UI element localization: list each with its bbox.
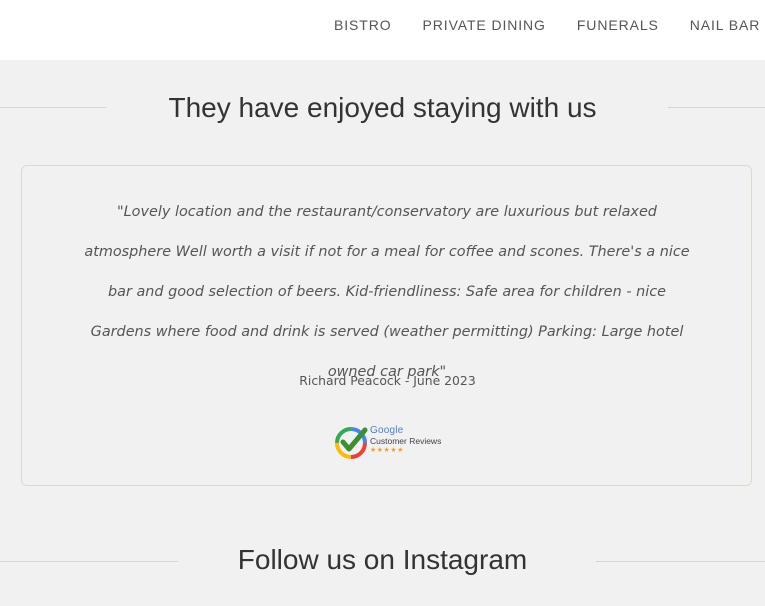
badge-stars: ★★★★★ [370,446,404,454]
review-author: Richard Peacock - June 2023 [299,373,476,388]
review-quote: "Lovely location and the restaurant/cons… [84,204,690,380]
main-nav: BISTRO PRIVATE DINING FUNERALS NAIL BAR … [334,0,765,50]
nav-item-bistro[interactable]: BISTRO [334,17,392,33]
google-customer-reviews-badge[interactable]: Google Customer Reviews ★★★★★ [334,424,444,462]
nav-item-private-dining[interactable]: PRIVATE DINING [423,17,546,33]
instagram-divider-left [0,561,178,562]
reviews-heading-block: They have enjoyed staying with us [0,88,765,128]
instagram-heading: Follow us on Instagram [237,544,528,575]
nav-item-nail-bar[interactable]: NAIL BAR [690,17,760,33]
google-check-icon [335,427,368,459]
nav-item-funerals[interactable]: FUNERALS [577,17,659,33]
review-card: "Lovely location and the restaurant/cons… [21,165,752,486]
badge-subtitle: Customer Reviews [370,436,442,446]
top-navigation-bar: BISTRO PRIVATE DINING FUNERALS NAIL BAR … [0,0,765,60]
heading-divider-right [668,107,765,108]
badge-text: Google Customer Reviews ★★★★★ [370,426,441,454]
badge-brand: Google [370,425,404,436]
heading-divider-left [0,107,106,108]
instagram-heading-block: Follow us on Instagram [0,540,765,580]
reviews-heading: They have enjoyed staying with us [168,92,597,123]
instagram-divider-right [596,561,765,562]
